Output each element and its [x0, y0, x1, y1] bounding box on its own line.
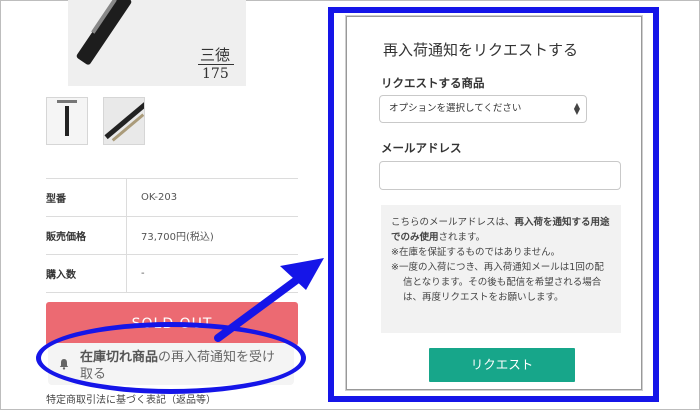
notice-box: こちらのメールアドレスは、再入荷を通知する用途でのみ使用されます。 ※在庫を保証…: [381, 205, 621, 333]
product-spec-table: 型番 OK-203 販売価格 73,700円(税込) 購入数 -: [46, 178, 298, 293]
knife-blade-graphic: [75, 0, 133, 66]
request-button[interactable]: リクエスト: [429, 348, 575, 382]
spec-row-quantity: 購入数 -: [46, 254, 298, 293]
notice-usage: こちらのメールアドレスは、再入荷を通知する用途でのみ使用されます。: [391, 215, 611, 245]
spec-value: -: [126, 254, 298, 293]
product-thumbnail-1[interactable]: [46, 97, 88, 145]
notice-once-per-restock: ※一度の入荷につき、再入荷通知メールは1回の配信となります。その後も配信を希望さ…: [391, 262, 604, 303]
spec-value: 73,700円(税込): [126, 216, 298, 255]
image-divider: [198, 64, 234, 65]
product-main-image: 三徳 175: [68, 0, 246, 86]
highlight-ellipse: [36, 322, 306, 394]
spec-value: OK-203: [126, 178, 298, 217]
notice-text: されます。: [438, 232, 486, 243]
spec-row-price: 販売価格 73,700円(税込): [46, 216, 298, 255]
image-kanji-label: 三徳: [200, 46, 231, 64]
thumb-knife: [104, 101, 144, 140]
spec-row-model: 型番 OK-203: [46, 178, 298, 217]
product-thumbnail-2[interactable]: [103, 97, 145, 145]
email-label: メールアドレス: [381, 141, 462, 155]
spec-label: 型番: [46, 178, 127, 217]
option-select-value: オプションを選択してください: [389, 103, 522, 114]
thumb-knife: [65, 106, 69, 136]
email-field[interactable]: [379, 161, 621, 190]
spec-label: 販売価格: [46, 216, 127, 255]
notice-text: こちらのメールアドレスは、: [391, 217, 515, 228]
notice-no-guarantee: ※在庫を保証するものではありません。: [391, 247, 561, 258]
chevron-updown-icon: ▲ ▼: [573, 101, 580, 116]
product-select-label: リクエストする商品: [381, 76, 485, 90]
restock-request-form: 再入荷通知をリクエストする リクエストする商品 オプションを選択してください ▲…: [346, 16, 642, 390]
image-number-label: 175: [202, 66, 229, 82]
spec-label: 購入数: [46, 254, 127, 293]
thumb-logo: [57, 100, 77, 103]
option-select[interactable]: オプションを選択してください ▲ ▼: [379, 95, 587, 123]
form-title: 再入荷通知をリクエストする: [383, 41, 579, 59]
